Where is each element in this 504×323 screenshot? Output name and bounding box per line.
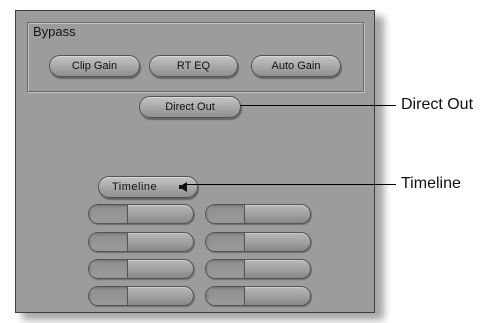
slot-left-1[interactable] xyxy=(88,204,194,224)
rt-eq-button[interactable]: RT EQ xyxy=(149,55,238,77)
slot-right-3[interactable] xyxy=(205,259,311,279)
slot-right-2[interactable] xyxy=(205,232,311,252)
slot-left-2-segment xyxy=(89,233,128,251)
slot-left-4[interactable] xyxy=(88,286,194,306)
clip-gain-button[interactable]: Clip Gain xyxy=(49,55,140,77)
timeline-callout-label: Timeline xyxy=(401,175,461,192)
timeline-callout-line xyxy=(184,184,396,185)
direct-out-button[interactable]: Direct Out xyxy=(139,96,241,118)
direct-out-callout-label: Direct Out xyxy=(401,96,474,113)
slot-right-2-segment xyxy=(206,233,245,251)
slot-left-1-segment xyxy=(89,205,128,223)
slot-right-1[interactable] xyxy=(205,204,311,224)
slot-left-4-segment xyxy=(89,287,128,305)
auto-gain-button[interactable]: Auto Gain xyxy=(251,55,341,77)
bypass-label: Bypass xyxy=(33,24,76,39)
slot-left-3[interactable] xyxy=(88,259,194,279)
bypass-group: Bypass Clip Gain RT EQ Auto Gain xyxy=(27,22,364,92)
timeline-button[interactable]: Timeline xyxy=(98,176,198,198)
slot-right-4-segment xyxy=(206,287,245,305)
slot-right-3-segment xyxy=(206,260,245,278)
slot-right-1-segment xyxy=(206,205,245,223)
settings-panel: Bypass Clip Gain RT EQ Auto Gain Direct … xyxy=(15,10,375,313)
slot-left-2[interactable] xyxy=(88,232,194,252)
slot-right-4[interactable] xyxy=(205,286,311,306)
direct-out-callout-line xyxy=(240,105,396,106)
timeline-button-label: Timeline xyxy=(112,181,158,193)
slot-left-3-segment xyxy=(89,260,128,278)
